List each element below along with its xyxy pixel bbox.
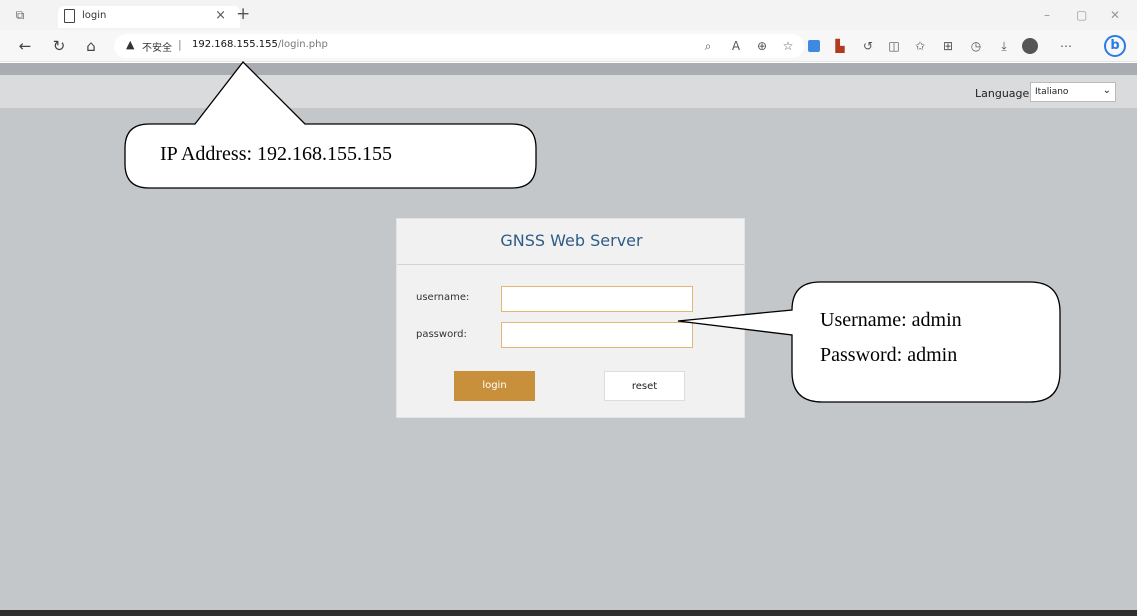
- warning-icon: ▲: [126, 38, 135, 51]
- bing-icon[interactable]: b: [1104, 35, 1126, 57]
- username-field[interactable]: [501, 286, 693, 312]
- login-button[interactable]: login: [454, 371, 535, 401]
- download-icon[interactable]: ⤓: [996, 38, 1012, 54]
- split-screen-icon[interactable]: ◫: [886, 38, 902, 54]
- tab-actions-icon[interactable]: ⧉: [12, 7, 28, 23]
- panel-title: GNSS Web Server: [500, 231, 643, 250]
- nav-bar: ← ↻ ⌂ ▲ 不安全 | 192.168.155.155/login.php …: [0, 30, 1137, 62]
- address-url: 192.168.155.155/login.php: [192, 39, 328, 50]
- password-field[interactable]: [501, 322, 693, 348]
- favorite-icon[interactable]: ☆: [780, 38, 796, 54]
- password-callout-text: Password: admin: [820, 344, 958, 366]
- top-strip: [0, 63, 1137, 75]
- zoom-icon[interactable]: ⊕: [754, 38, 770, 54]
- close-icon[interactable]: ×: [215, 8, 226, 23]
- language-value: Italiano: [1035, 87, 1069, 97]
- minimize-icon[interactable]: –: [1044, 8, 1050, 22]
- collections-icon[interactable]: ⊞: [940, 38, 956, 54]
- refresh-ext-icon[interactable]: ↺: [860, 38, 876, 54]
- ip-callout-text: IP Address: 192.168.155.155: [160, 143, 393, 165]
- back-icon[interactable]: ←: [16, 37, 34, 55]
- insecure-label: 不安全: [142, 43, 172, 54]
- language-select[interactable]: Italiano ⌄: [1030, 82, 1116, 102]
- maximize-icon[interactable]: ▢: [1076, 8, 1087, 22]
- login-panel: GNSS Web Server username: password: logi…: [396, 218, 746, 418]
- chevron-down-icon: ⌄: [1102, 85, 1111, 96]
- tab-login[interactable]: login ×: [58, 6, 240, 28]
- profile-icon[interactable]: [1022, 38, 1038, 54]
- history-icon[interactable]: ◷: [968, 38, 984, 54]
- refresh-icon[interactable]: ↻: [50, 37, 68, 55]
- password-label: password:: [416, 329, 467, 340]
- new-tab-button[interactable]: +: [236, 4, 250, 24]
- window-close-icon[interactable]: ✕: [1110, 8, 1120, 22]
- panel-divider: [397, 264, 746, 265]
- extension-icon[interactable]: [808, 40, 820, 52]
- address-path: /login.php: [277, 39, 328, 50]
- language-label: Language :: [975, 87, 1037, 100]
- search-icon[interactable]: ⌕: [700, 38, 716, 54]
- favorites-list-icon[interactable]: ✩: [912, 38, 928, 54]
- bottom-bar: [0, 610, 1137, 616]
- username-callout-text: Username: admin: [820, 309, 962, 331]
- home-icon[interactable]: ⌂: [82, 37, 100, 55]
- extension-badge-icon[interactable]: ▙: [832, 38, 848, 54]
- more-icon[interactable]: ⋯: [1058, 38, 1074, 54]
- address-separator: |: [178, 38, 182, 51]
- tab-title: login: [82, 10, 107, 21]
- reset-button[interactable]: reset: [604, 371, 685, 401]
- read-aloud-icon[interactable]: A: [728, 38, 744, 54]
- address-host: 192.168.155.155: [192, 39, 278, 50]
- language-bar: Language : Italiano ⌄: [0, 75, 1137, 108]
- tab-bar: ⧉ login × + – ▢ ✕: [0, 0, 1137, 30]
- page-icon: [64, 9, 75, 23]
- username-label: username:: [416, 292, 470, 303]
